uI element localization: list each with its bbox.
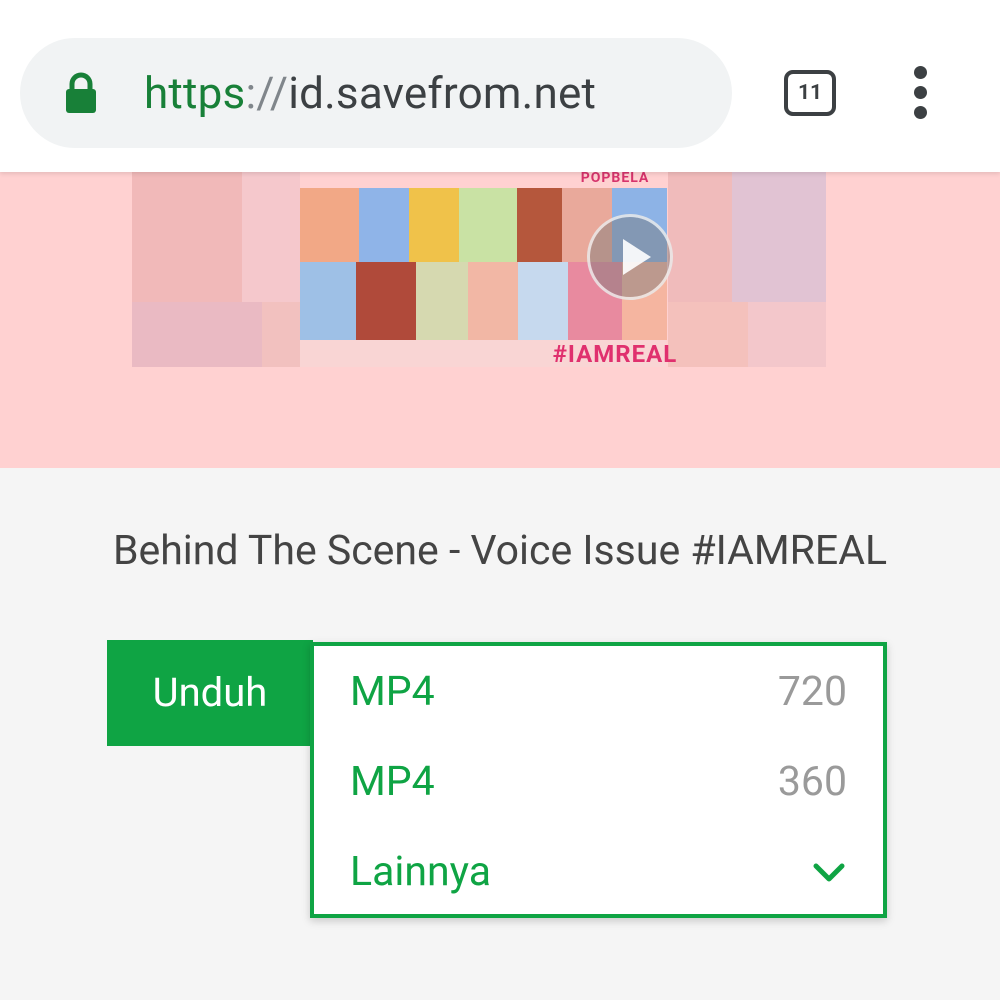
collage-photo [356,262,416,340]
collage-tile [668,172,732,302]
collage-photo [300,188,359,262]
url-scheme: https [144,67,246,119]
collage-tile [732,172,826,302]
video-banner: POPBELA #IAMREAL [0,172,1000,468]
collage-photo [416,262,468,340]
collage-photo [517,188,562,262]
collage-tile [132,172,242,302]
collage-tile [132,302,262,367]
page-content: POPBELA #IAMREAL Behind The Scene - Voic… [0,172,1000,1000]
collage-photo [409,188,459,262]
collage-photo [459,188,517,262]
thumbnail-hashtag: #IAMREAL [552,340,678,367]
resolution-label: 720 [777,668,847,716]
more-formats-option[interactable]: Lainnya [350,842,847,902]
format-option-mp4-360[interactable]: MP4 360 [350,752,847,812]
format-label: MP4 [350,668,435,716]
browser-toolbar: https://id.savefrom.net 11 [0,0,1000,172]
video-thumbnail[interactable]: POPBELA #IAMREAL [132,172,846,367]
chevron-down-icon[interactable] [811,856,847,888]
format-label: MP4 [350,758,435,806]
collage-photo [300,262,356,340]
collage-photo [468,262,518,340]
video-title: Behind The Scene - Voice Issue #IAMREAL [112,527,888,575]
more-formats-label: Lainnya [350,848,492,896]
url-text[interactable]: https://id.savefrom.net [144,62,596,124]
resolution-label: 360 [777,758,847,806]
collage-photo [359,188,409,262]
more-vert-icon[interactable] [903,66,939,120]
play-icon[interactable] [587,214,673,300]
address-bar[interactable]: https://id.savefrom.net [20,38,732,148]
collage-tile [262,302,300,367]
download-button[interactable]: Unduh [107,640,313,746]
url-host: id.savefrom.net [288,67,597,119]
thumbnail-brand: POPBELA [580,172,650,186]
tab-switcher-button[interactable]: 11 [784,70,836,116]
url-separator: :// [245,67,289,119]
lock-icon[interactable] [64,72,98,114]
collage-tile [242,172,300,302]
format-option-mp4-720[interactable]: MP4 720 [350,662,847,722]
collage-photo [518,262,568,340]
format-dropdown: MP4 720 MP4 360 Lainnya [310,642,887,918]
